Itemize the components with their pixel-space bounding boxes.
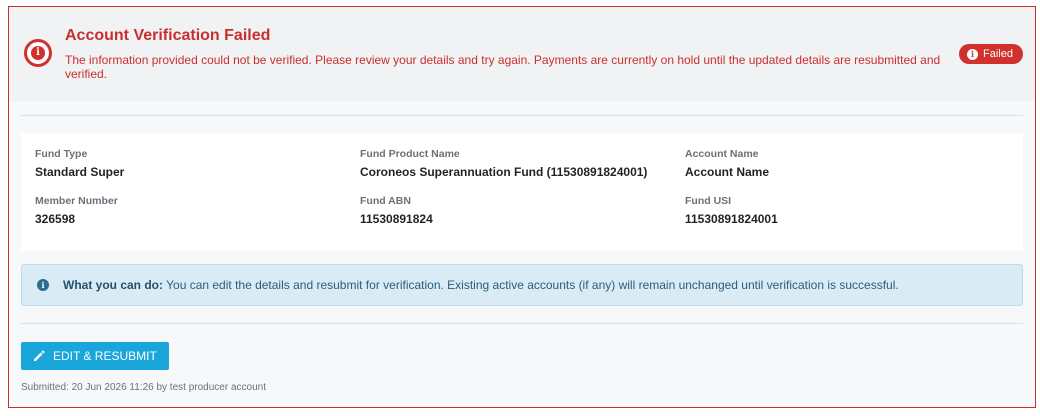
field-label: Fund Type [35,148,88,160]
field-value: Coroneos Superannuation Fund (1153089182… [360,165,648,179]
field-value: Account Name [685,165,770,179]
info-text: What you can do: You can edit the detail… [63,278,899,292]
member-number-field: Member Number 326598 [35,195,118,226]
field-label: Fund Product Name [360,148,460,160]
account-name-field: Account Name Account Name [685,148,769,179]
fund-usi-field: Fund USI 11530891824001 [685,195,778,226]
status-badge-label: Failed [983,48,1013,60]
edit-resubmit-button[interactable]: EDIT & RESUBMIT [21,342,169,370]
status-badge: i Failed [959,44,1023,64]
fund-product-name-field: Fund Product Name Coroneos Superannuatio… [360,148,647,179]
fund-type-field: Fund Type Standard Super [35,148,124,179]
info-heading: What you can do: [63,278,163,292]
field-value: Standard Super [35,165,125,179]
field-label: Account Name [685,148,759,160]
field-label: Fund ABN [360,195,411,207]
pencil-icon [34,350,45,361]
field-label: Fund USI [685,195,732,207]
divider [21,115,1023,116]
info-icon: i [967,48,979,60]
account-details: Fund Type Standard Super Fund Product Na… [21,133,1023,251]
field-value: 11530891824 [360,212,433,226]
page-title: Account Verification Failed [65,27,271,44]
verification-header: i Account Verification Failed The inform… [9,7,1035,101]
alert-icon: i [24,39,52,67]
field-label: Member Number [35,195,118,207]
error-message: The information provided could not be ve… [65,53,941,81]
info-alert: i What you can do: You can edit the deta… [21,264,1023,306]
submitted-info: Submitted: 20 Jun 2026 11:26 by test pro… [21,382,266,393]
field-value: 326598 [35,212,76,226]
edit-resubmit-label: EDIT & RESUBMIT [53,349,157,363]
alert-icon-glyph: i [31,46,45,60]
info-body: You can edit the details and resubmit fo… [163,278,899,292]
fund-abn-field: Fund ABN 11530891824 [360,195,433,226]
field-value: 11530891824001 [685,212,778,226]
verification-card: i Account Verification Failed The inform… [8,6,1036,408]
info-icon: i [37,279,49,291]
divider [21,323,1023,324]
